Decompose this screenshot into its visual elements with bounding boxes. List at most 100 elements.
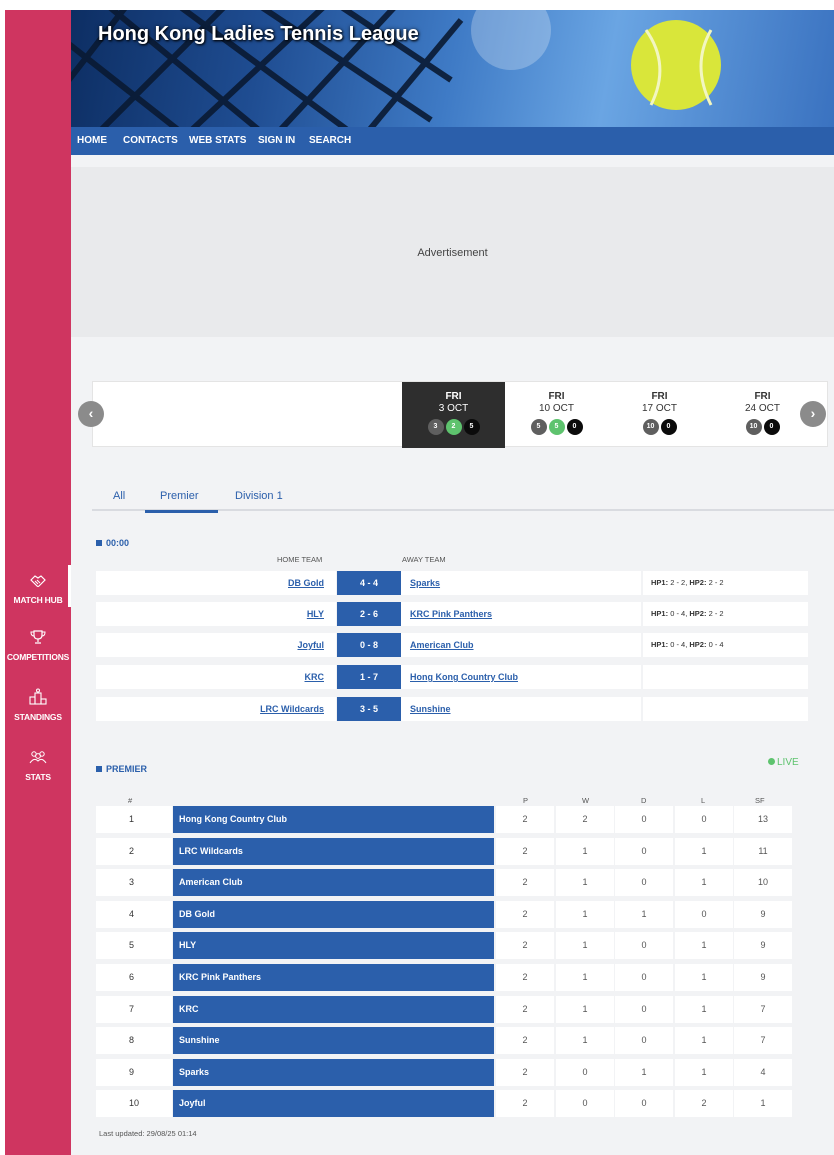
l-cell: 2 [675, 1090, 733, 1118]
d-cell: 0 [615, 837, 673, 865]
hp1-label: HP1: [651, 609, 669, 618]
people-icon [29, 751, 47, 764]
position-cell: 4 [96, 900, 172, 928]
team-name-cell[interactable]: Joyful [173, 1090, 494, 1118]
home-team-link[interactable]: LRC Wildcards [96, 697, 336, 721]
count-badge-live: 2 [445, 419, 462, 435]
match-hub-content: FRI 3 OCT 325 FRI 10 OCT 550 FRI 17 OCT … [71, 350, 834, 1155]
team-name-cell[interactable]: KRC Pink Panthers [173, 964, 494, 991]
sf-cell: 1 [734, 1090, 792, 1118]
date-day: 24 OCT [744, 403, 780, 414]
standings-heading: PREMIER [96, 764, 147, 774]
match-rubber-scores: HP1: 2 - 2, HP2: 2 - 2 [643, 571, 808, 595]
match-count-badges: 10 0 [608, 419, 711, 435]
home-team-link[interactable]: DB Gold [96, 571, 336, 595]
home-team-link[interactable]: KRC [96, 665, 336, 689]
count-badge-done: 0 [660, 419, 677, 435]
trophy-icon [30, 630, 46, 644]
hp1-score: 2 - 2, [670, 578, 688, 587]
sf-cell: 9 [734, 964, 792, 991]
fixture-time-heading: 00:00 [96, 538, 129, 548]
p-cell: 2 [496, 964, 554, 991]
hp2-score: 0 - 4 [708, 640, 724, 649]
l-cell: 1 [675, 1027, 733, 1055]
match-score[interactable]: 3 - 5 [337, 697, 401, 721]
team-name-cell[interactable]: American Club [173, 869, 494, 897]
away-team-link[interactable]: KRC Pink Panthers [401, 602, 641, 626]
match-rubber-scores [643, 665, 808, 689]
match-score[interactable]: 0 - 8 [337, 633, 401, 657]
main-area: Hong Kong Ladies Tennis League HOME CONT… [71, 10, 834, 1155]
l-cell: 1 [675, 932, 733, 960]
p-cell: 2 [496, 869, 554, 897]
match-score[interactable]: 1 - 7 [337, 665, 401, 689]
nav-search[interactable]: SEARCH [309, 135, 351, 146]
team-name-cell[interactable]: Sparks [173, 1058, 494, 1086]
w-cell: 0 [556, 1090, 614, 1118]
last-updated: Last updated: 29/08/25 01:14 [99, 1129, 197, 1138]
tab-division-1[interactable]: Division 1 [235, 490, 283, 502]
d-cell: 0 [615, 869, 673, 897]
p-cell: 2 [496, 995, 554, 1023]
count-badge-pending: 5 [530, 419, 547, 435]
d-cell: 0 [615, 806, 673, 833]
w-cell: 0 [556, 1058, 614, 1086]
position-cell: 7 [96, 995, 172, 1023]
sidebar-item-stats[interactable]: STATS [5, 750, 71, 785]
match-row: KRC 1 - 7 Hong Kong Country Club [96, 665, 808, 689]
table-row: 4 DB Gold 2 1 1 0 9 [96, 900, 808, 928]
live-dot-icon [768, 758, 775, 765]
col-header-l: L [701, 796, 706, 805]
away-team-link[interactable]: Sunshine [401, 697, 641, 721]
match-row: DB Gold 4 - 4 Sparks HP1: 2 - 2, HP2: 2 … [96, 571, 808, 595]
tab-all[interactable]: All [113, 490, 125, 502]
match-row: LRC Wildcards 3 - 5 Sunshine [96, 697, 808, 721]
home-team-link[interactable]: Joyful [96, 633, 336, 657]
match-rubber-scores: HP1: 0 - 4, HP2: 2 - 2 [643, 602, 808, 626]
team-name-cell[interactable]: KRC [173, 995, 494, 1023]
team-name-cell[interactable]: Hong Kong Country Club [173, 806, 494, 833]
advertisement-area[interactable]: Advertisement [71, 167, 834, 337]
match-count-badges: 10 0 [711, 419, 814, 435]
p-cell: 2 [496, 900, 554, 928]
match-score[interactable]: 4 - 4 [337, 571, 401, 595]
sidebar-item-match-hub[interactable]: MATCH HUB [5, 574, 71, 608]
date-item[interactable]: FRI 10 OCT 550 [505, 382, 608, 448]
away-team-link[interactable]: Sparks [401, 571, 641, 595]
nav-home[interactable]: HOME [77, 135, 107, 146]
date-item[interactable]: FRI 3 OCT 325 [402, 382, 505, 448]
team-name-cell[interactable]: HLY [173, 932, 494, 960]
date-item[interactable]: FRI 24 OCT 10 0 [711, 382, 814, 448]
date-day: 10 OCT [538, 403, 574, 414]
home-team-header: HOME TEAM [277, 555, 323, 564]
table-row: 5 HLY 2 1 0 1 9 [96, 932, 808, 960]
home-team-link[interactable]: HLY [96, 602, 336, 626]
sidebar-item-competitions[interactable]: COMPETITIONS [5, 630, 71, 665]
team-name-cell[interactable]: LRC Wildcards [173, 837, 494, 865]
nav-web-stats[interactable]: WEB STATS [189, 135, 246, 146]
w-cell: 1 [556, 837, 614, 865]
team-name-cell[interactable]: DB Gold [173, 900, 494, 928]
site-title[interactable]: Hong Kong Ladies Tennis League [98, 23, 419, 46]
p-cell: 2 [496, 932, 554, 960]
team-name-cell[interactable]: Sunshine [173, 1027, 494, 1055]
away-team-link[interactable]: Hong Kong Country Club [401, 665, 641, 689]
section-marker-icon [96, 540, 102, 546]
date-day: 3 OCT [438, 403, 469, 414]
nav-sign-in[interactable]: SIGN IN [258, 135, 295, 146]
p-cell: 2 [496, 1090, 554, 1118]
date-item[interactable]: FRI 17 OCT 10 0 [608, 382, 711, 448]
nav-contacts[interactable]: CONTACTS [123, 135, 178, 146]
hp1-label: HP1: [651, 640, 669, 649]
tab-premier[interactable]: Premier [160, 490, 199, 502]
sidebar-item-label: STATS [25, 772, 51, 782]
sidebar-item-standings[interactable]: STANDINGS [5, 688, 71, 725]
away-team-link[interactable]: American Club [401, 633, 641, 657]
prev-date-button[interactable]: ‹ [78, 401, 104, 427]
next-date-button[interactable]: › [800, 401, 826, 427]
p-cell: 2 [496, 1027, 554, 1055]
match-score[interactable]: 2 - 6 [337, 602, 401, 626]
match-count-badges: 550 [505, 419, 608, 435]
col-header-d: D [641, 796, 647, 805]
advertisement-label: Advertisement [417, 247, 488, 259]
